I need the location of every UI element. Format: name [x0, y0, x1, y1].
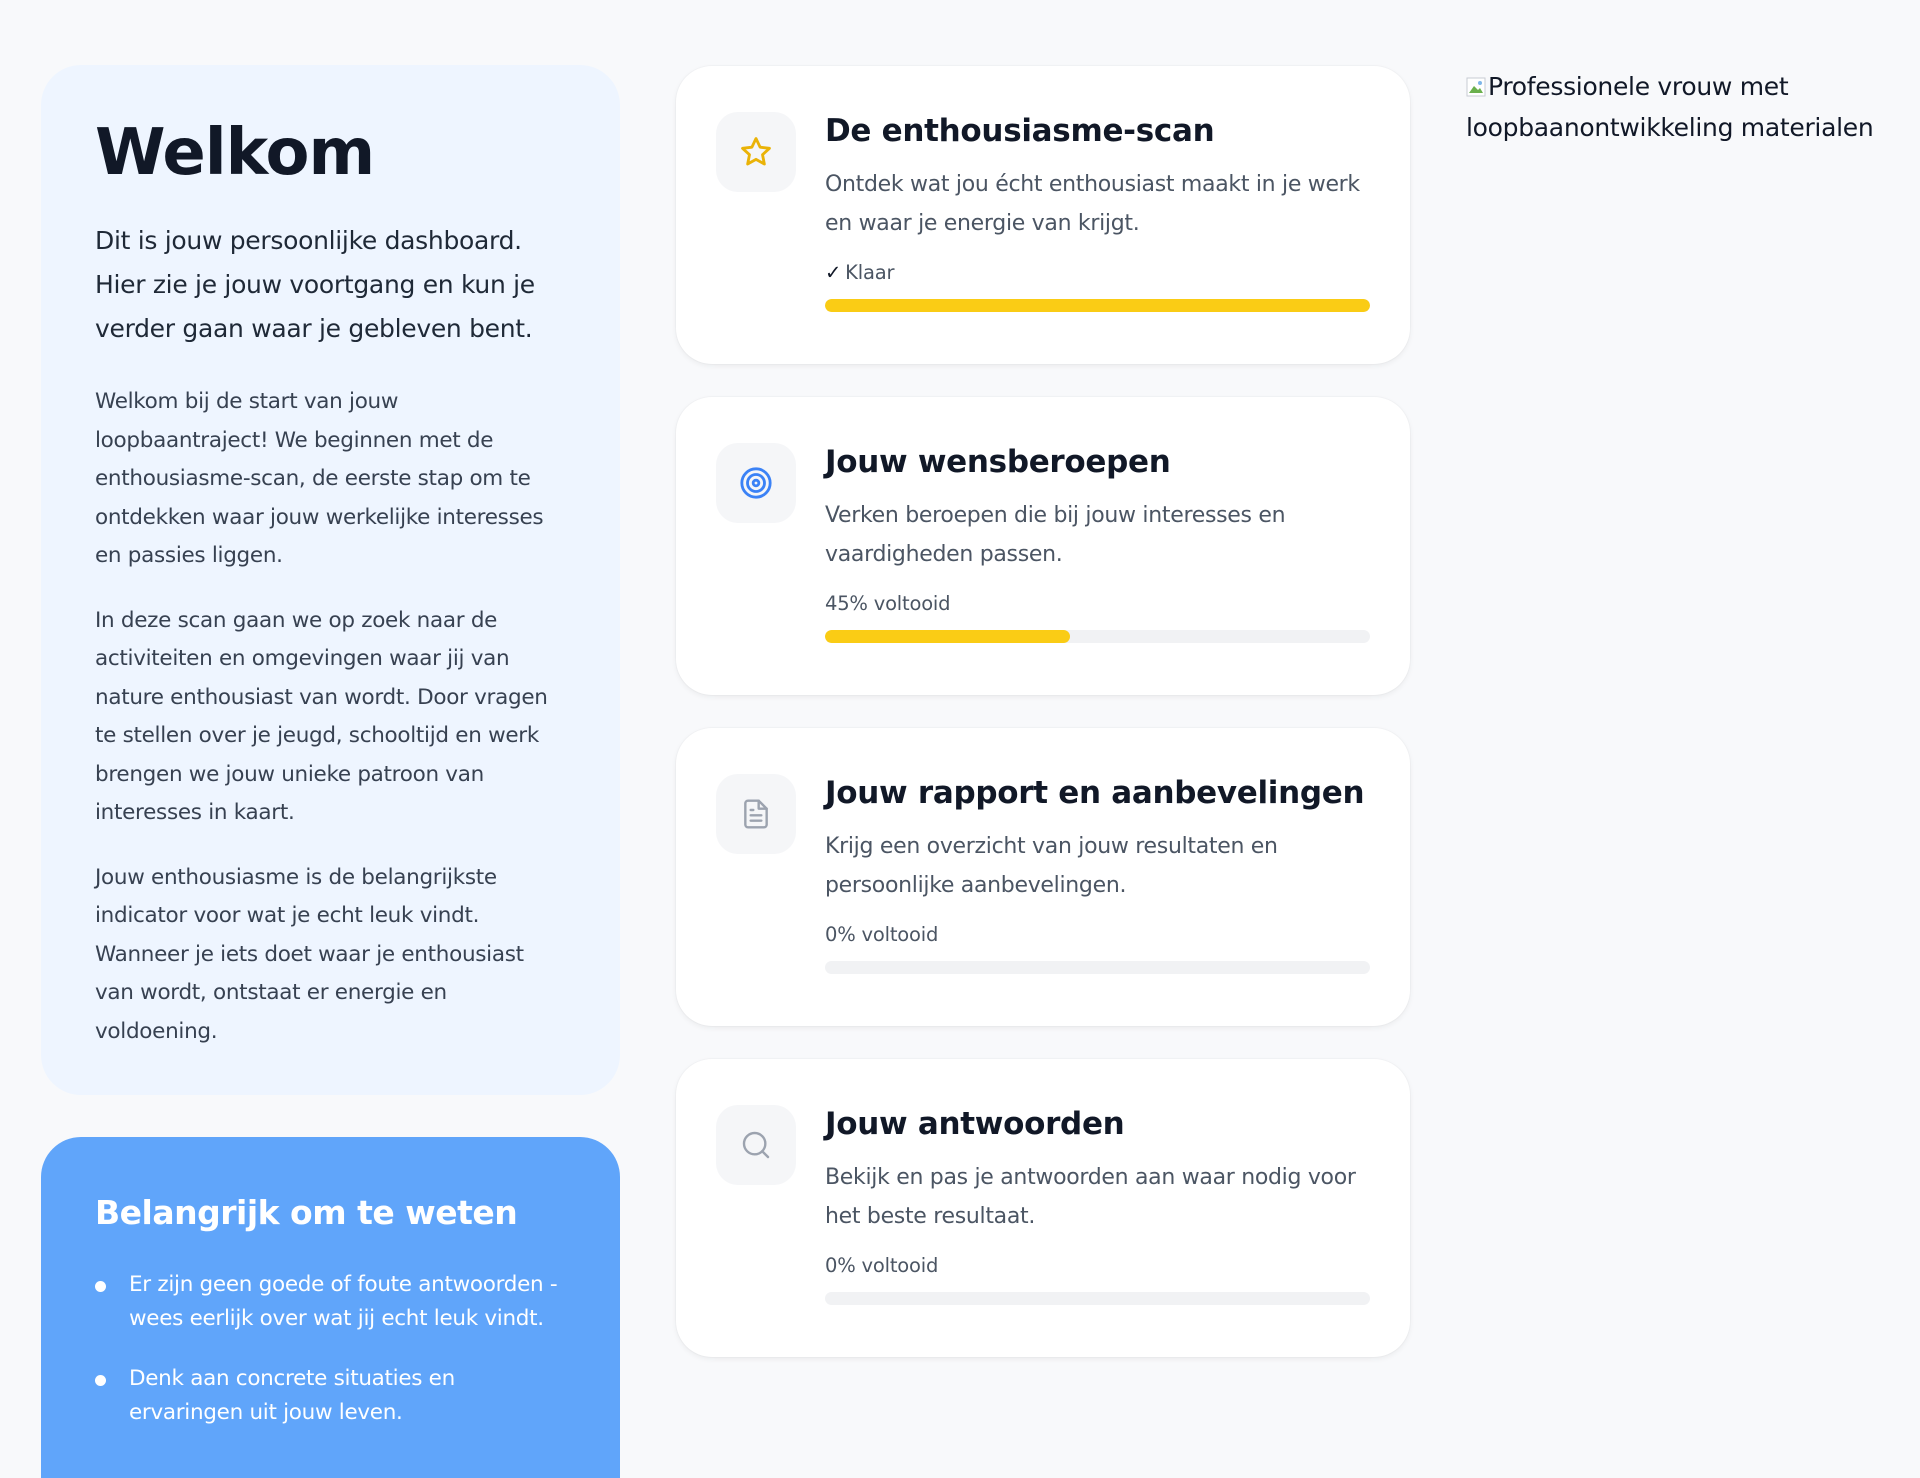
target-icon [716, 443, 796, 523]
broken-image-icon [1466, 77, 1486, 97]
progress-bar [825, 630, 1370, 643]
bullet-icon [95, 1375, 106, 1386]
step-status: ✓ Klaar [825, 261, 1370, 287]
progress-bar-fill [825, 299, 1370, 312]
important-info-card: Belangrijk om te weten Er zijn geen goed… [41, 1137, 620, 1478]
step-description: Krijg een overzicht van jouw resultaten … [825, 834, 1278, 898]
info-list: Er zijn geen goede of foute antwoorden -… [95, 1268, 566, 1430]
step-card-enthousiasme-scan[interactable]: De enthousiasme-scan Ontdek wat jou écht… [676, 66, 1410, 364]
progress-bar [825, 961, 1370, 974]
welcome-paragraph: Jouw enthousiasme is de belangrijkste in… [95, 864, 524, 1044]
step-status: 45% voltooid [825, 592, 951, 615]
check-icon: ✓ [825, 261, 842, 284]
step-description: Bekijk en pas je antwoorden aan waar nod… [825, 1165, 1356, 1229]
welcome-lead: Dit is jouw persoonlijke dashboard. Hier… [95, 226, 535, 343]
step-title: Jouw wensberoepen [825, 444, 1171, 480]
step-card-rapport[interactable]: Jouw rapport en aanbevelingen Krijg een … [676, 728, 1410, 1026]
progress-bar [825, 1292, 1370, 1305]
hero-image: Professionele vrouw met loopbaanontwikke… [1466, 66, 1886, 148]
step-status: 0% voltooid [825, 923, 939, 946]
step-title: De enthousiasme-scan [825, 113, 1215, 149]
hero-image-alt-text: Professionele vrouw met loopbaanontwikke… [1466, 72, 1874, 142]
info-list-item: Er zijn geen goede of foute antwoorden -… [95, 1268, 566, 1336]
welcome-card: Welkom Dit is jouw persoonlijke dashboar… [41, 65, 620, 1095]
step-title: Jouw antwoorden [825, 1106, 1125, 1142]
step-description: Verken beroepen die bij jouw interesses … [825, 503, 1286, 567]
info-list-item-text: Er zijn geen goede of foute antwoorden -… [129, 1272, 558, 1331]
search-icon [716, 1105, 796, 1185]
star-icon [716, 112, 796, 192]
progress-bar [825, 299, 1370, 312]
step-status: 0% voltooid [825, 1254, 939, 1277]
info-list-item-text: Denk aan concrete situaties en ervaringe… [129, 1366, 455, 1425]
step-title: Jouw rapport en aanbevelingen [825, 775, 1365, 811]
step-status-label: Klaar [845, 261, 895, 284]
page-title: Welkom [95, 116, 375, 190]
step-description: Ontdek wat jou écht enthousiast maakt in… [825, 172, 1360, 236]
step-card-wensberoepen[interactable]: Jouw wensberoepen Verken beroepen die bi… [676, 397, 1410, 695]
bullet-icon [95, 1281, 106, 1292]
welcome-paragraph: In deze scan gaan we op zoek naar de act… [95, 607, 548, 826]
progress-bar-fill [825, 630, 1071, 643]
step-card-antwoorden[interactable]: Jouw antwoorden Bekijk en pas je antwoor… [676, 1059, 1410, 1357]
welcome-paragraph: Welkom bij de start van jouw loopbaantra… [95, 389, 544, 568]
info-list-item: Denk aan concrete situaties en ervaringe… [95, 1362, 566, 1430]
info-title: Belangrijk om te weten [95, 1193, 518, 1232]
document-icon [716, 774, 796, 854]
dashboard-page: Welkom Dit is jouw persoonlijke dashboar… [0, 0, 1920, 1478]
